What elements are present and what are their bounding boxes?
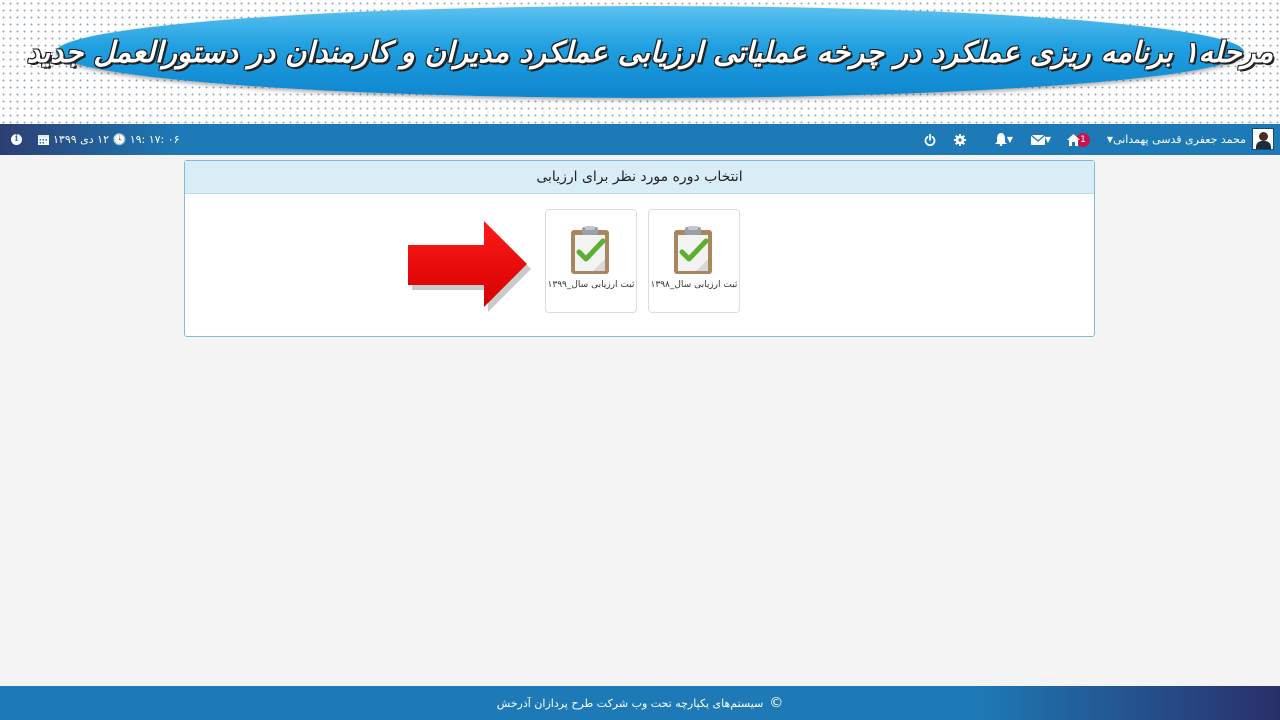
evaluation-card-1398[interactable]: ثبت ارزیابی سال_۱۳۹۸ [648,209,740,313]
info-icon: i [11,134,22,145]
caret-down-icon: ▼ [1006,135,1013,144]
datetime-display: ۰۶ :۱۷ :۱۹ 🕓 ۱۲ دی ۱۳۹۹ [38,124,180,155]
user-name: محمد جعفری قدسی پهمدانی [1113,133,1246,146]
alerts-menu[interactable]: ▼ [994,124,1017,155]
power-icon [924,133,936,146]
header-banner: مرحله۱ برنامه ریزی عملکرد در چرخه عملیات… [27,6,1273,98]
clipboard-check-icon [571,226,609,274]
settings-button[interactable] [954,124,966,155]
footer-text: سیستم‌های یکپارچه تحت وب شرکت طرح پردازا… [496,696,764,710]
envelope-icon [1030,134,1045,145]
bell-icon [994,133,1007,146]
home-button[interactable] [1067,124,1080,155]
user-menu[interactable]: محمد جعفری قدسی پهمدانی ▼ [1103,124,1246,155]
datetime-text: ۰۶ :۱۷ :۱۹ 🕓 ۱۲ دی ۱۳۹۹ [53,133,180,146]
card-label: ثبت ارزیابی سال_۱۳۹۸ [650,280,738,290]
footer: © سیستم‌های یکپارچه تحت وب شرکت طرح پردا… [0,686,1280,720]
messages-menu[interactable]: ▼ [1030,124,1055,155]
red-arrow-icon [408,221,531,312]
evaluation-card-1399[interactable]: ثبت ارزیابی سال_۱۳۹۹ [545,209,637,313]
calendar-icon [38,135,49,145]
home-icon [1067,133,1080,146]
caret-down-icon: ▼ [1044,135,1051,144]
header-banner-area: مرحله۱ برنامه ریزی عملکرد در چرخه عملیات… [0,0,1280,124]
clipboard-check-icon [674,226,712,274]
avatar[interactable] [1252,128,1274,150]
banner-title: مرحله۱ برنامه ریزی عملکرد در چرخه عملیات… [26,35,1274,69]
card-label: ثبت ارزیابی سال_۱۳۹۹ [547,280,635,290]
copyright-icon: © [769,695,784,711]
info-button[interactable]: i [11,124,22,155]
caret-down-icon: ▼ [1106,135,1114,144]
logout-button[interactable] [924,124,936,155]
panel-heading: انتخاب دوره مورد نظر برای ارزیابی [185,161,1094,194]
period-selection-panel: انتخاب دوره مورد نظر برای ارزیابی ثبت ار… [184,160,1095,337]
top-navbar: محمد جعفری قدسی پهمدانی ▼ 1 ▼ ▼ ۰۶ :۱۷ :… [0,124,1280,155]
gear-icon [954,133,966,146]
